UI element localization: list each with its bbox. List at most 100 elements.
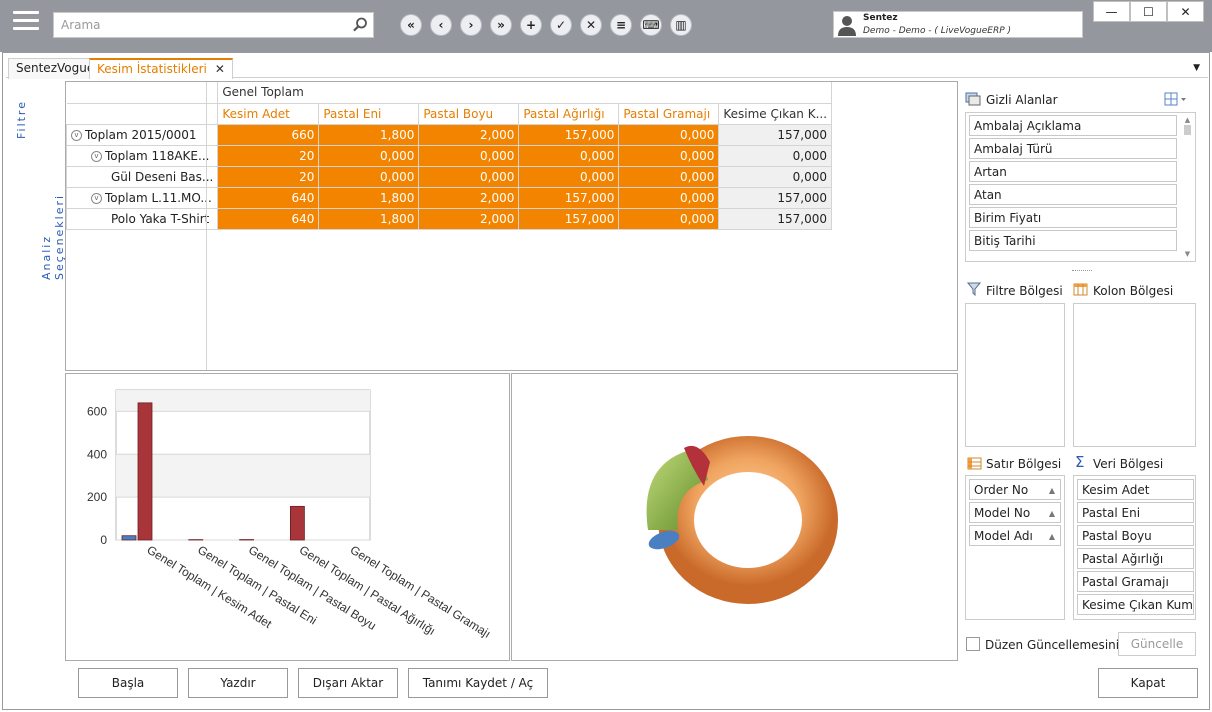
- list-item[interactable]: Ambalaj Türü: [969, 138, 1177, 159]
- maximize-button[interactable]: ☐: [1130, 1, 1167, 22]
- cell[interactable]: 640: [217, 186, 320, 209]
- expand-icon[interactable]: v: [91, 192, 102, 204]
- keyboard-icon[interactable]: ⌨: [640, 14, 662, 36]
- list-item[interactable]: Ambalaj Açıklama: [969, 115, 1177, 136]
- cell[interactable]: 0,000: [418, 144, 520, 167]
- cell[interactable]: 0,000: [518, 144, 620, 167]
- cell[interactable]: 157,000: [718, 186, 833, 209]
- update-button[interactable]: Güncelle: [1118, 632, 1196, 656]
- trash-icon[interactable]: ▥: [670, 14, 692, 36]
- search-icon[interactable]: [351, 16, 369, 34]
- next-icon[interactable]: ›: [460, 14, 482, 36]
- cell[interactable]: 157,000: [518, 207, 620, 230]
- col-header[interactable]: Pastal Ağırlığı: [518, 102, 620, 125]
- hidden-fields-list[interactable]: Ambalaj Açıklama Ambalaj Türü Artan Atan…: [965, 112, 1196, 262]
- cell[interactable]: 1,800: [318, 186, 420, 209]
- list-item[interactable]: Order No ▲: [969, 479, 1061, 500]
- list-item[interactable]: Pastal Ağırlığı: [1077, 548, 1194, 569]
- cell[interactable]: 2,000: [418, 207, 520, 230]
- data-area[interactable]: Kesim Adet Pastal Eni Pastal Boyu Pastal…: [1073, 475, 1196, 620]
- sort-icon[interactable]: ▲: [1049, 486, 1055, 495]
- filter-vertical-tab[interactable]: Filtre: [15, 100, 28, 139]
- list-item[interactable]: Kesime Çıkan Kumaş: [1077, 594, 1194, 615]
- cell[interactable]: 157,000: [718, 207, 833, 230]
- splitter[interactable]: [1072, 270, 1092, 271]
- cell[interactable]: 0,000: [618, 186, 720, 209]
- cell[interactable]: 0,000: [318, 165, 420, 188]
- hamburger-menu-icon[interactable]: [13, 11, 39, 37]
- sort-icon[interactable]: ▲: [1049, 532, 1055, 541]
- list-item[interactable]: Pastal Eni: [1077, 502, 1194, 523]
- list-item[interactable]: Kesim Adet: [1077, 479, 1194, 500]
- list-item[interactable]: Pastal Boyu: [1077, 525, 1194, 546]
- cell[interactable]: 0,000: [518, 165, 620, 188]
- print-button[interactable]: Yazdır: [188, 668, 288, 698]
- layout-menu-icon[interactable]: [1164, 92, 1188, 106]
- sort-icon[interactable]: ▲: [1049, 509, 1055, 518]
- save-definition-button[interactable]: Tanımı Kaydet / Aç: [408, 668, 548, 698]
- close-window-button[interactable]: ✕: [1167, 1, 1204, 22]
- cell[interactable]: 660: [217, 123, 320, 146]
- tab-dropdown-icon[interactable]: ▼: [1193, 63, 1200, 73]
- col-header[interactable]: Pastal Boyu: [418, 102, 520, 125]
- expand-icon[interactable]: v: [71, 129, 82, 141]
- column-area[interactable]: [1073, 303, 1196, 447]
- cell[interactable]: 157,000: [518, 123, 620, 146]
- cell[interactable]: 2,000: [418, 123, 520, 146]
- add-icon[interactable]: +: [520, 14, 542, 36]
- row-header[interactable]: Polo Yaka T-Shirt: [65, 207, 219, 230]
- defer-update-checkbox[interactable]: [966, 637, 980, 651]
- row-header[interactable]: v Toplam 2015/0001: [65, 123, 219, 146]
- cell[interactable]: 0,000: [718, 165, 833, 188]
- search-box[interactable]: Arama: [53, 12, 374, 38]
- col-header[interactable]: Pastal Gramajı: [618, 102, 720, 125]
- cell[interactable]: 157,000: [518, 186, 620, 209]
- cell[interactable]: 0,000: [418, 165, 520, 188]
- list-item[interactable]: Atan: [969, 184, 1177, 205]
- search-input[interactable]: Arama: [61, 18, 101, 32]
- cell[interactable]: 0,000: [318, 144, 420, 167]
- cell[interactable]: 640: [217, 207, 320, 230]
- row-header[interactable]: v Toplam L.11.MO...: [65, 186, 219, 209]
- col-header[interactable]: Pastal Eni: [318, 102, 420, 125]
- cell[interactable]: 20: [217, 165, 320, 188]
- cell[interactable]: 0,000: [618, 207, 720, 230]
- row-header[interactable]: v Toplam 118AKE...: [65, 144, 219, 167]
- col-header[interactable]: Kesime Çıkan K...: [718, 102, 833, 125]
- group-header[interactable]: Genel Toplam: [217, 82, 833, 104]
- close-button[interactable]: Kapat: [1098, 668, 1198, 698]
- analysis-vertical-tab[interactable]: Analiz Seçenekleri: [40, 170, 66, 280]
- filter-area[interactable]: [965, 303, 1065, 447]
- cell[interactable]: 1,800: [318, 207, 420, 230]
- list-item[interactable]: Model No ▲: [969, 502, 1061, 523]
- minimize-button[interactable]: —: [1093, 1, 1130, 22]
- menu-icon[interactable]: ≡: [610, 14, 632, 36]
- prev-icon[interactable]: ‹: [430, 14, 452, 36]
- cell[interactable]: 1,800: [318, 123, 420, 146]
- cell[interactable]: 2,000: [418, 186, 520, 209]
- last-icon[interactable]: »: [490, 14, 512, 36]
- tab-kesim-istatistikleri[interactable]: Kesim İstatistikleri ✕: [89, 58, 233, 79]
- expand-icon[interactable]: v: [91, 150, 102, 162]
- close-tab-icon[interactable]: ✕: [215, 62, 225, 76]
- scrollbar[interactable]: ▲ ▼: [1183, 116, 1192, 258]
- cell[interactable]: 0,000: [618, 123, 720, 146]
- export-button[interactable]: Dışarı Aktar: [298, 668, 398, 698]
- list-item[interactable]: Pastal Gramajı: [1077, 571, 1194, 592]
- list-item[interactable]: Artan: [969, 161, 1177, 182]
- row-header[interactable]: Gül Deseni Bas...: [65, 165, 219, 188]
- start-button[interactable]: Başla: [78, 668, 178, 698]
- first-icon[interactable]: «: [400, 14, 422, 36]
- col-header[interactable]: Kesim Adet: [217, 102, 320, 125]
- row-area[interactable]: Order No ▲ Model No ▲ Model Adı ▲: [965, 475, 1065, 620]
- list-item[interactable]: Bitiş Tarihi: [969, 230, 1177, 251]
- list-item[interactable]: Model Adı ▲: [969, 525, 1061, 546]
- check-icon[interactable]: ✓: [550, 14, 572, 36]
- list-item[interactable]: Birim Fiyatı: [969, 207, 1177, 228]
- cell[interactable]: 0,000: [618, 144, 720, 167]
- cell[interactable]: 157,000: [718, 123, 833, 146]
- cell[interactable]: 0,000: [618, 165, 720, 188]
- cell[interactable]: 0,000: [718, 144, 833, 167]
- cell[interactable]: 20: [217, 144, 320, 167]
- delete-icon[interactable]: ✕: [580, 14, 602, 36]
